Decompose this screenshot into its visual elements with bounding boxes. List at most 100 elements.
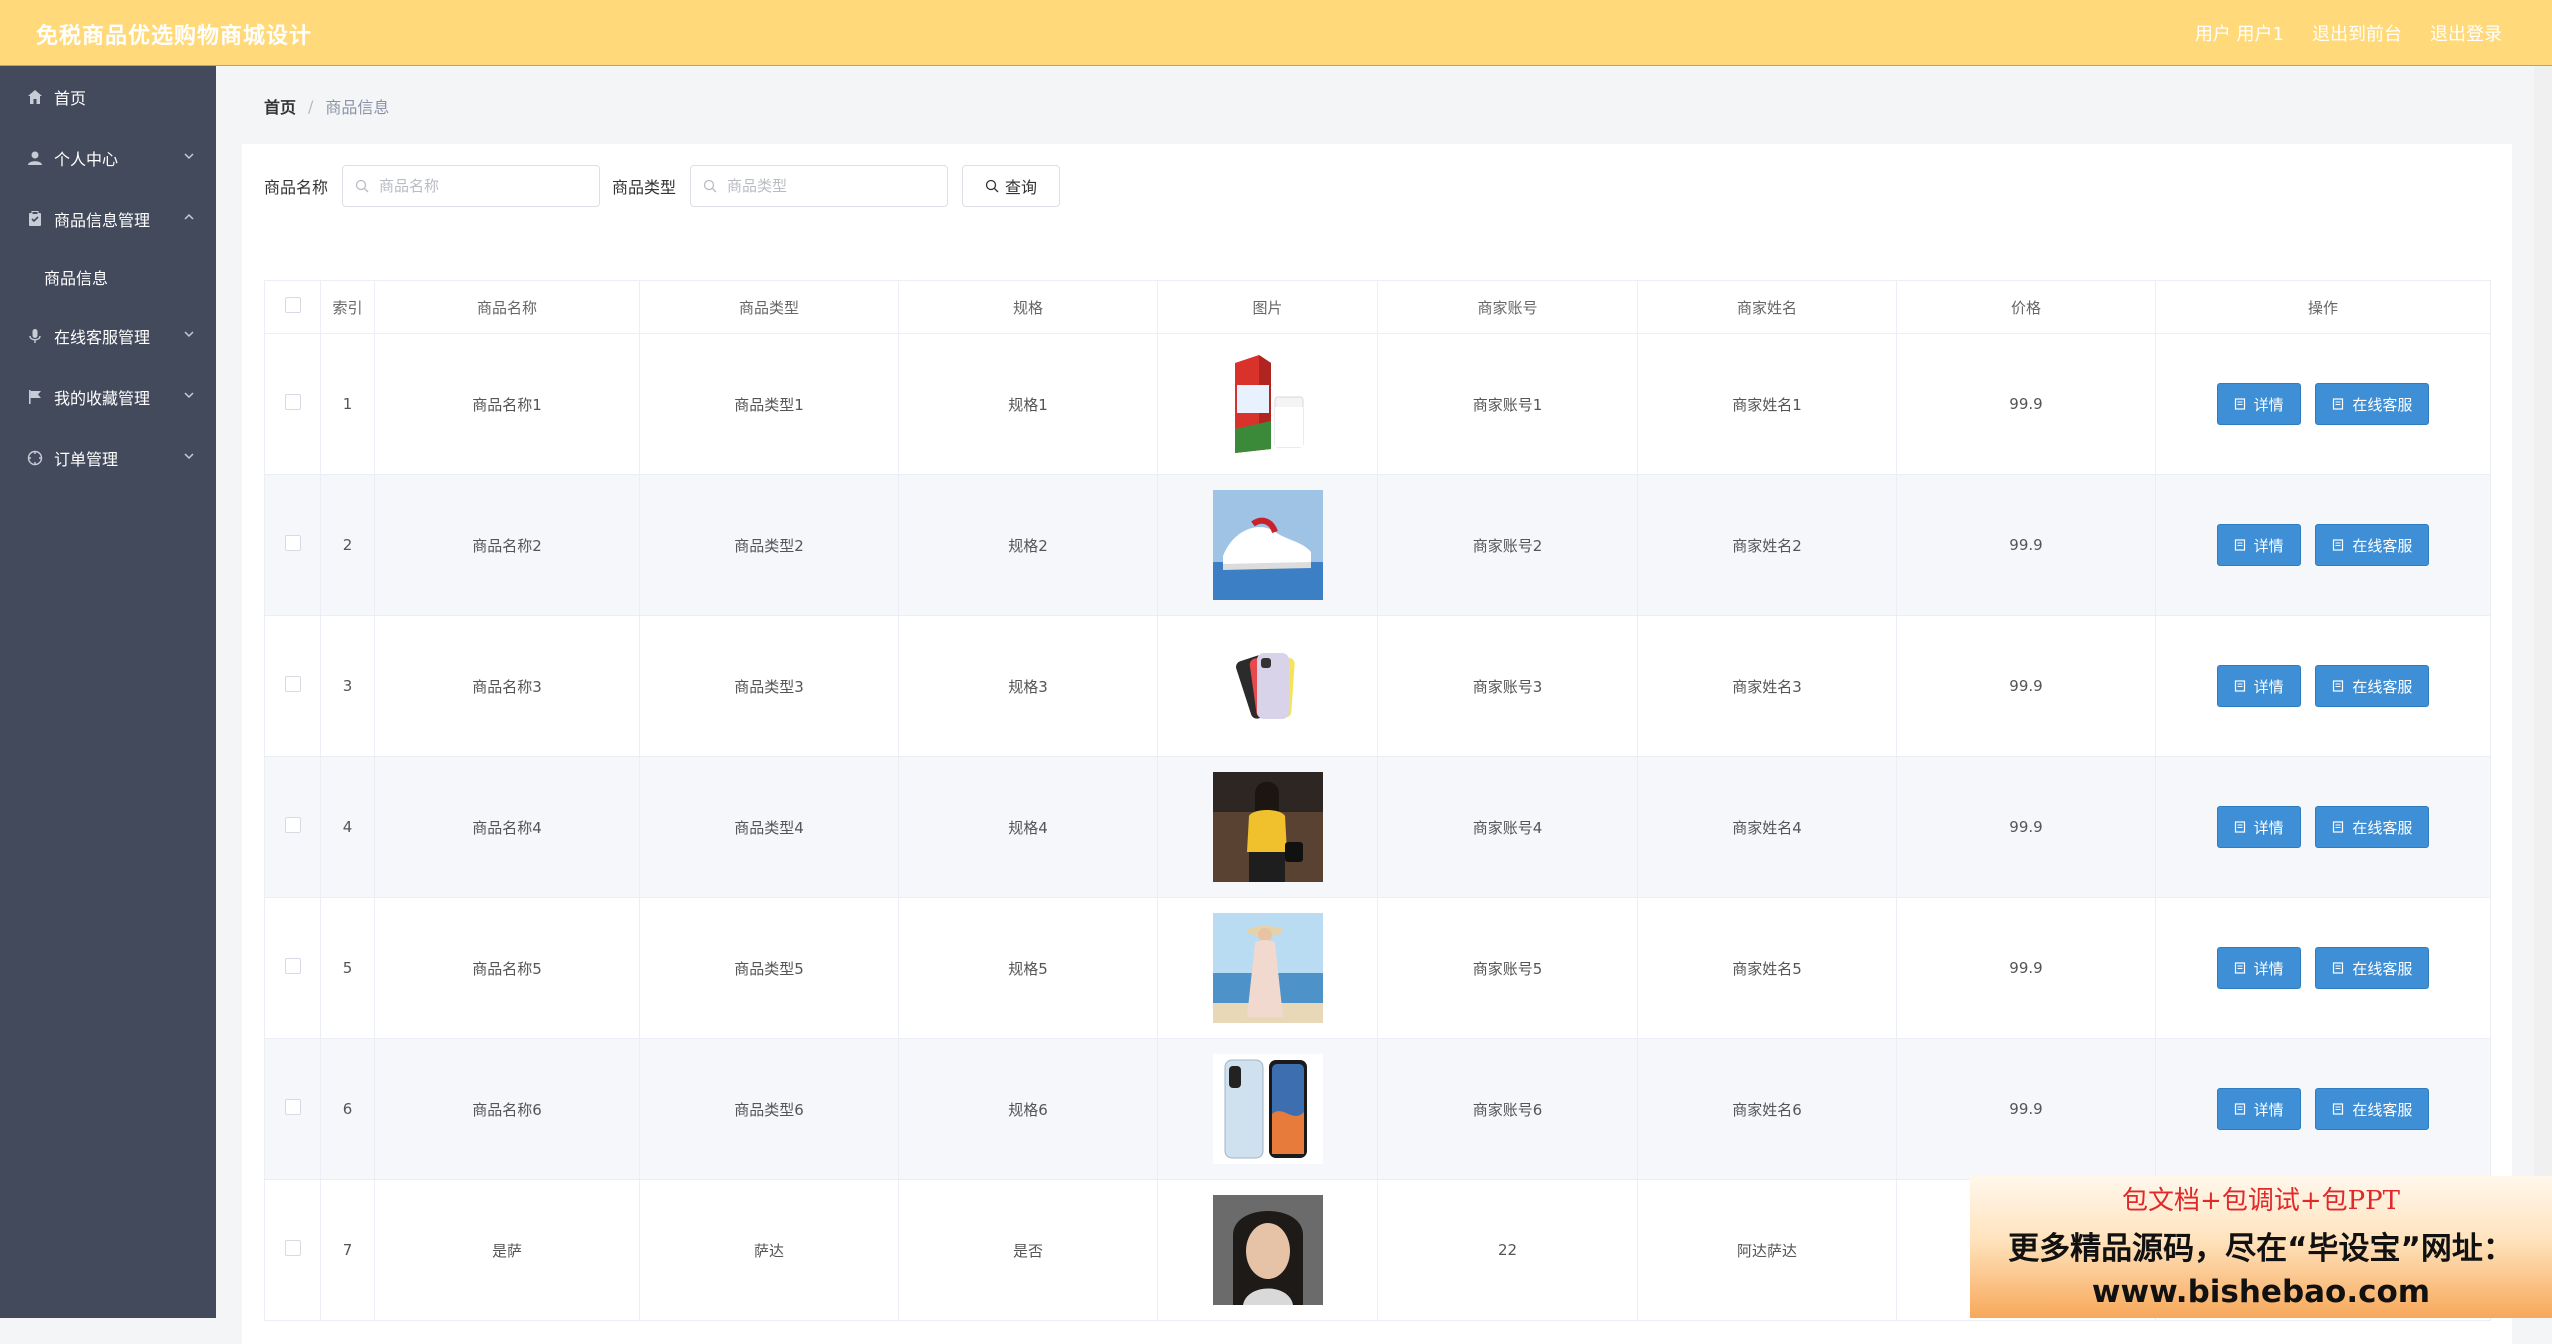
- promo-line-3: www.bishebao.com: [2091, 1274, 2431, 1310]
- cell-account: 22: [1377, 1179, 1638, 1321]
- cell-spec: 是否: [898, 1179, 1158, 1321]
- cell-account: 商家账号3: [1377, 615, 1638, 757]
- document-icon: [2333, 680, 2344, 692]
- table-row: 4 商品名称4 商品类型4 规格4 商家账号4 商家姓名4 99.9 详情 在线…: [264, 756, 2491, 898]
- document-icon: [2234, 539, 2245, 551]
- detail-button[interactable]: 详情: [2216, 1088, 2301, 1130]
- detail-button[interactable]: 详情: [2216, 947, 2301, 989]
- sidebar-item-orders[interactable]: 订单管理: [0, 427, 216, 488]
- detail-button-label: 详情: [2253, 677, 2284, 696]
- cell-spec: 规格2: [898, 474, 1158, 616]
- cell-type: 商品类型4: [639, 756, 899, 898]
- column-header: 规格: [898, 280, 1158, 334]
- table-row: 3 商品名称3 商品类型3 规格3 商家账号3 商家姓名3 99.9 详情 在线…: [264, 615, 2491, 757]
- type-filter-label: 商品类型: [612, 178, 677, 197]
- sidebar-item-home[interactable]: 首页: [0, 66, 216, 127]
- product-image-woman-portrait: [1212, 1195, 1323, 1305]
- cell-index: 4: [320, 756, 375, 898]
- name-filter-field[interactable]: [342, 165, 601, 207]
- detail-button[interactable]: 详情: [2216, 806, 2301, 848]
- cell-index: 7: [320, 1179, 375, 1321]
- filter-bar: 商品名称 商品类型 查询: [264, 164, 1061, 208]
- sidebar-item-favorites[interactable]: 我的收藏管理: [0, 366, 216, 427]
- type-filter-input[interactable]: [725, 176, 930, 196]
- sidebar-item-personal-center[interactable]: 个人中心: [0, 127, 216, 188]
- cell-merchant: 阿达萨达: [1637, 1179, 1897, 1321]
- cell-index: 5: [320, 897, 375, 1039]
- online-service-button[interactable]: 在线客服: [2315, 947, 2430, 989]
- vertical-scrollbar[interactable]: [2534, 66, 2552, 1318]
- cell-merchant: 商家姓名6: [1637, 1038, 1897, 1180]
- detail-button-label: 详情: [2253, 395, 2284, 414]
- breadcrumb-home[interactable]: 首页: [264, 94, 296, 118]
- chevron-down-icon: [184, 392, 194, 399]
- sidebar-item-product-management[interactable]: 商品信息管理: [0, 188, 216, 249]
- detail-button[interactable]: 详情: [2216, 383, 2301, 425]
- column-header: 商家账号: [1377, 280, 1638, 334]
- chevron-up-icon: [184, 213, 194, 220]
- row-checkbox[interactable]: [284, 958, 301, 974]
- table-row: 6 商品名称6 商品类型6 规格6 商家账号6 商家姓名6 99.9 详情 在线…: [264, 1038, 2491, 1180]
- detail-button-label: 详情: [2253, 959, 2284, 978]
- online-service-button[interactable]: 在线客服: [2315, 665, 2430, 707]
- document-icon: [2234, 398, 2245, 410]
- sidebar-item-label: 我的收藏管理: [54, 388, 151, 408]
- user-label[interactable]: 用户 用户1: [2195, 20, 2284, 46]
- logout-link[interactable]: 退出登录: [2430, 20, 2502, 46]
- sidebar-item-online-service[interactable]: 在线客服管理: [0, 305, 216, 366]
- promo-line-1: 包文档+包调试+包PPT: [2122, 1186, 2400, 1216]
- column-header: 操作: [2155, 280, 2491, 334]
- select-all-cell[interactable]: [264, 280, 321, 334]
- cell-name: 商品名称6: [374, 1038, 640, 1180]
- flag-icon: [26, 388, 44, 406]
- column-header: 图片: [1157, 280, 1378, 334]
- detail-button[interactable]: 详情: [2216, 665, 2301, 707]
- microphone-icon: [26, 327, 44, 345]
- cell-name: 商品名称1: [374, 333, 640, 475]
- type-filter-field[interactable]: [690, 165, 949, 207]
- online-service-button[interactable]: 在线客服: [2315, 524, 2430, 566]
- row-checkbox[interactable]: [284, 817, 301, 833]
- cell-merchant: 商家姓名2: [1637, 474, 1897, 616]
- detail-button-label: 详情: [2253, 1100, 2284, 1119]
- name-filter-input[interactable]: [377, 176, 582, 196]
- online-service-button-label: 在线客服: [2352, 677, 2413, 696]
- cell-name: 商品名称2: [374, 474, 640, 616]
- cell-type: 商品类型1: [639, 333, 899, 475]
- row-checkbox[interactable]: [284, 394, 301, 410]
- exit-console-link[interactable]: 退出到前台: [2312, 20, 2402, 46]
- cell-price: 99.9: [1896, 756, 2156, 898]
- column-header: 价格: [1896, 280, 2156, 334]
- cell-merchant: 商家姓名5: [1637, 897, 1897, 1039]
- online-service-button[interactable]: 在线客服: [2315, 1088, 2430, 1130]
- document-icon: [2333, 962, 2344, 974]
- cell-index: 3: [320, 615, 375, 757]
- document-icon: [2234, 1103, 2245, 1115]
- row-checkbox[interactable]: [284, 535, 301, 551]
- cell-price: 99.9: [1896, 333, 2156, 475]
- cell-type: 萨达: [639, 1179, 899, 1321]
- select-all-checkbox[interactable]: [284, 297, 301, 313]
- sidebar: 首页 个人中心 商品信息管理 商品信息 在线客服管理 我的收藏管理 订单管理: [0, 66, 216, 1318]
- cell-type: 商品类型2: [639, 474, 899, 616]
- cell-price: 99.9: [1896, 615, 2156, 757]
- document-icon: [2234, 962, 2245, 974]
- row-checkbox[interactable]: [284, 676, 301, 692]
- online-service-button-label: 在线客服: [2352, 1100, 2413, 1119]
- product-image-smartphone-colors: [1212, 631, 1323, 741]
- app-title: 免税商品优选购物商城设计: [36, 24, 313, 49]
- document-icon: [2234, 821, 2245, 833]
- column-header: 商品类型: [639, 280, 899, 334]
- sidebar-subitem-product-info[interactable]: 商品信息: [0, 249, 216, 305]
- chevron-down-icon: [184, 331, 194, 338]
- chevron-down-icon: [184, 453, 194, 460]
- main-content: 首页 / 商品信息 商品名称 商品类型 查询: [216, 66, 2552, 1344]
- detail-button[interactable]: 详情: [2216, 524, 2301, 566]
- top-bar: 免税商品优选购物商城设计 用户 用户1 退出到前台 退出登录: [0, 0, 2552, 66]
- online-service-button[interactable]: 在线客服: [2315, 806, 2430, 848]
- online-service-button[interactable]: 在线客服: [2315, 383, 2430, 425]
- query-button[interactable]: 查询: [962, 165, 1061, 207]
- row-checkbox[interactable]: [284, 1099, 301, 1115]
- cell-account: 商家账号2: [1377, 474, 1638, 616]
- row-checkbox[interactable]: [284, 1240, 301, 1256]
